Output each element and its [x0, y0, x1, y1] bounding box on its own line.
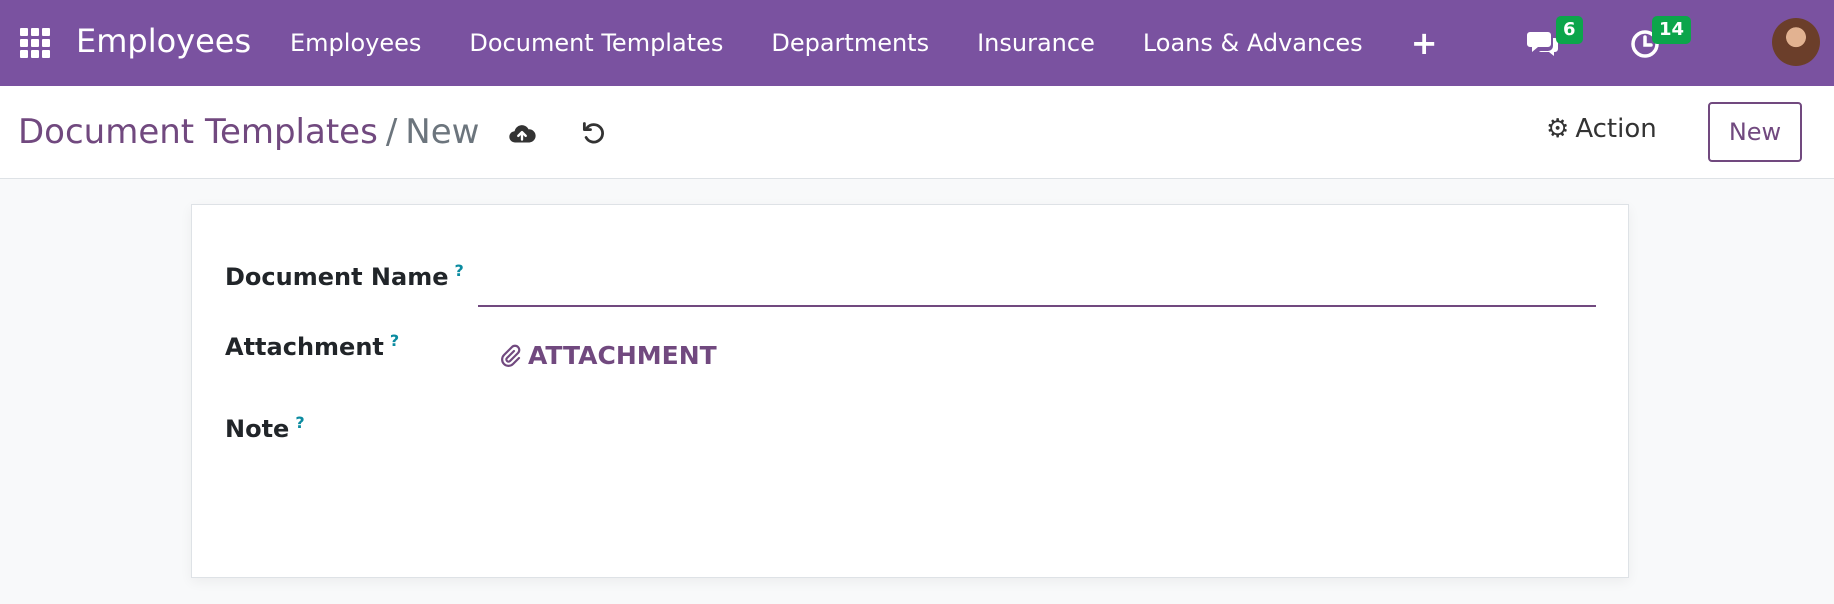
action-menu-button[interactable]: ⚙ Action [1546, 114, 1657, 144]
menu-item-employees[interactable]: Employees [290, 29, 421, 57]
main-menu: Employees Document Templates Departments… [290, 0, 1438, 86]
note-label: Note? [225, 413, 305, 443]
breadcrumb-current: New [405, 112, 480, 152]
document-name-label-text: Document Name [225, 263, 449, 291]
systray: 6 14 [1514, 0, 1834, 86]
user-avatar[interactable] [1772, 18, 1820, 66]
attachment-label-text: Attachment [225, 333, 384, 361]
menu-item-insurance[interactable]: Insurance [977, 29, 1095, 57]
attachment-label: Attachment? [225, 331, 399, 361]
help-tooltip-icon[interactable]: ? [455, 261, 464, 280]
breadcrumb-separator: / [385, 112, 398, 152]
plus-icon[interactable]: + [1411, 24, 1438, 62]
undo-icon [582, 122, 604, 144]
note-label-text: Note [225, 415, 290, 443]
document-name-label: Document Name? [225, 261, 464, 291]
menu-item-loans-advances[interactable]: Loans & Advances [1143, 29, 1363, 57]
messages-badge: 6 [1556, 16, 1583, 44]
activities-badge: 14 [1652, 16, 1692, 44]
discard-button[interactable] [576, 116, 612, 152]
control-panel: Document Templates / New ⚙ Action New [0, 86, 1834, 179]
top-navbar: Employees Employees Document Templates D… [0, 0, 1834, 86]
paperclip-icon [501, 344, 521, 367]
activities-button[interactable]: 14 [1628, 16, 1692, 60]
gear-icon: ⚙ [1546, 114, 1570, 144]
attachment-button-label: ATTACHMENT [528, 341, 717, 370]
action-label: Action [1575, 114, 1657, 144]
app-brand[interactable]: Employees [76, 22, 251, 60]
new-button[interactable]: New [1708, 102, 1802, 162]
chat-icon [1527, 32, 1558, 56]
attachment-upload-button[interactable]: ATTACHMENT [498, 341, 717, 370]
breadcrumb: Document Templates / New [18, 112, 479, 152]
apps-grid-icon[interactable] [20, 28, 50, 58]
document-name-input[interactable] [478, 251, 1596, 307]
help-tooltip-icon[interactable]: ? [295, 413, 304, 432]
messages-button[interactable]: 6 [1526, 16, 1583, 60]
form-sheet: Document Name? Attachment? ATTACHMENT No… [191, 204, 1629, 578]
cloud-upload-icon [509, 125, 536, 143]
breadcrumb-parent[interactable]: Document Templates [18, 112, 378, 152]
save-button[interactable] [504, 116, 540, 152]
help-tooltip-icon[interactable]: ? [390, 331, 399, 350]
note-editor[interactable] [478, 405, 1596, 545]
menu-item-departments[interactable]: Departments [771, 29, 929, 57]
menu-item-document-templates[interactable]: Document Templates [469, 29, 723, 57]
